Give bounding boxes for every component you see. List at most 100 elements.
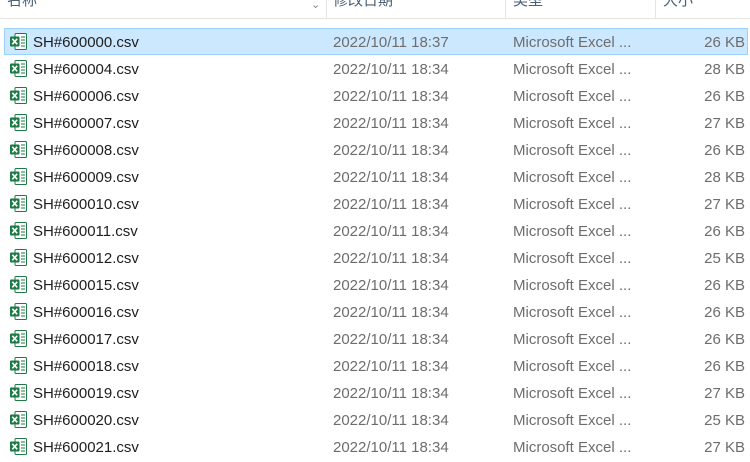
file-size: 26 KB	[704, 223, 745, 240]
file-type: Microsoft Excel ...	[513, 277, 632, 294]
column-divider[interactable]	[505, 0, 506, 18]
file-row[interactable]: SH#600004.csv 2022/10/11 18:34 Microsoft…	[0, 56, 750, 83]
file-name: SH#600019.csv	[33, 385, 139, 402]
excel-csv-file-icon	[10, 249, 27, 266]
file-name: SH#600018.csv	[33, 358, 139, 375]
file-row[interactable]: SH#600015.csv 2022/10/11 18:34 Microsoft…	[0, 272, 750, 299]
file-modified-date: 2022/10/11 18:34	[333, 385, 449, 402]
file-size: 28 KB	[704, 61, 745, 78]
file-name: SH#600006.csv	[33, 88, 139, 105]
file-modified-date: 2022/10/11 18:34	[333, 277, 449, 294]
file-row[interactable]: SH#600018.csv 2022/10/11 18:34 Microsoft…	[0, 353, 750, 380]
file-modified-date: 2022/10/11 18:37	[333, 34, 449, 51]
excel-csv-file-icon	[10, 384, 27, 401]
excel-csv-file-icon	[10, 303, 27, 320]
file-name: SH#600015.csv	[33, 277, 139, 294]
file-size: 26 KB	[704, 304, 745, 321]
file-type: Microsoft Excel ...	[513, 115, 632, 132]
file-row[interactable]: SH#600011.csv 2022/10/11 18:34 Microsoft…	[0, 218, 750, 245]
file-row[interactable]: SH#600020.csv 2022/10/11 18:34 Microsoft…	[0, 407, 750, 434]
excel-csv-file-icon	[10, 438, 27, 455]
file-modified-date: 2022/10/11 18:34	[333, 142, 449, 159]
file-name: SH#600017.csv	[33, 331, 139, 348]
file-modified-date: 2022/10/11 18:34	[333, 61, 449, 78]
file-modified-date: 2022/10/11 18:34	[333, 250, 449, 267]
file-size: 25 KB	[704, 412, 745, 429]
file-size: 28 KB	[704, 169, 745, 186]
file-modified-date: 2022/10/11 18:34	[333, 439, 449, 456]
file-type: Microsoft Excel ...	[513, 34, 632, 51]
file-row[interactable]: SH#600012.csv 2022/10/11 18:34 Microsoft…	[0, 245, 750, 272]
column-header-type[interactable]: 类型	[513, 0, 648, 18]
file-size: 27 KB	[704, 115, 745, 132]
column-header-size-label: 大小	[663, 0, 694, 9]
file-type: Microsoft Excel ...	[513, 358, 632, 375]
file-size: 26 KB	[704, 88, 745, 105]
column-header-row: 名称 ⌄ 修改日期 类型 大小	[0, 0, 750, 19]
file-list: SH#600000.csv 2022/10/11 18:37 Microsoft…	[0, 28, 750, 461]
file-name: SH#600008.csv	[33, 142, 139, 159]
file-row[interactable]: SH#600021.csv 2022/10/11 18:34 Microsoft…	[0, 434, 750, 461]
file-type: Microsoft Excel ...	[513, 439, 632, 456]
file-size: 26 KB	[704, 358, 745, 375]
file-modified-date: 2022/10/11 18:34	[333, 169, 449, 186]
excel-csv-file-icon	[10, 195, 27, 212]
file-type: Microsoft Excel ...	[513, 169, 632, 186]
file-row[interactable]: SH#600010.csv 2022/10/11 18:34 Microsoft…	[0, 191, 750, 218]
file-modified-date: 2022/10/11 18:34	[333, 115, 449, 132]
file-modified-date: 2022/10/11 18:34	[333, 331, 449, 348]
file-type: Microsoft Excel ...	[513, 385, 632, 402]
file-type: Microsoft Excel ...	[513, 331, 632, 348]
file-type: Microsoft Excel ...	[513, 142, 632, 159]
file-name: SH#600010.csv	[33, 196, 139, 213]
column-header-type-label: 类型	[513, 0, 544, 9]
excel-csv-file-icon	[10, 87, 27, 104]
file-modified-date: 2022/10/11 18:34	[333, 196, 449, 213]
excel-csv-file-icon	[10, 141, 27, 158]
file-name: SH#600016.csv	[33, 304, 139, 321]
file-type: Microsoft Excel ...	[513, 196, 632, 213]
file-name: SH#600020.csv	[33, 412, 139, 429]
column-header-date[interactable]: 修改日期	[333, 0, 498, 18]
file-modified-date: 2022/10/11 18:34	[333, 358, 449, 375]
file-row[interactable]: SH#600019.csv 2022/10/11 18:34 Microsoft…	[0, 380, 750, 407]
file-type: Microsoft Excel ...	[513, 61, 632, 78]
file-name: SH#600007.csv	[33, 115, 139, 132]
excel-csv-file-icon	[10, 222, 27, 239]
column-header-size[interactable]: 大小	[663, 0, 748, 18]
file-modified-date: 2022/10/11 18:34	[333, 412, 449, 429]
file-size: 27 KB	[704, 385, 745, 402]
excel-csv-file-icon	[10, 60, 27, 77]
file-row[interactable]: SH#600000.csv 2022/10/11 18:37 Microsoft…	[0, 28, 750, 56]
excel-csv-file-icon	[10, 168, 27, 185]
excel-csv-file-icon	[10, 276, 27, 293]
file-type: Microsoft Excel ...	[513, 304, 632, 321]
file-size: 26 KB	[704, 34, 745, 51]
file-size: 26 KB	[704, 331, 745, 348]
file-name: SH#600004.csv	[33, 61, 139, 78]
column-divider[interactable]	[326, 0, 327, 18]
file-name: SH#600021.csv	[33, 439, 139, 456]
excel-csv-file-icon	[10, 357, 27, 374]
file-row[interactable]: SH#600006.csv 2022/10/11 18:34 Microsoft…	[0, 83, 750, 110]
file-size: 27 KB	[704, 196, 745, 213]
file-type: Microsoft Excel ...	[513, 412, 632, 429]
file-modified-date: 2022/10/11 18:34	[333, 304, 449, 321]
file-type: Microsoft Excel ...	[513, 88, 632, 105]
file-size: 26 KB	[704, 142, 745, 159]
excel-csv-file-icon	[10, 411, 27, 428]
file-type: Microsoft Excel ...	[513, 223, 632, 240]
file-row[interactable]: SH#600016.csv 2022/10/11 18:34 Microsoft…	[0, 299, 750, 326]
file-name: SH#600011.csv	[33, 223, 138, 240]
file-modified-date: 2022/10/11 18:34	[333, 223, 449, 240]
file-row[interactable]: SH#600007.csv 2022/10/11 18:34 Microsoft…	[0, 110, 750, 137]
file-row[interactable]: SH#600017.csv 2022/10/11 18:34 Microsoft…	[0, 326, 750, 353]
column-divider[interactable]	[655, 0, 656, 18]
file-row[interactable]: SH#600009.csv 2022/10/11 18:34 Microsoft…	[0, 164, 750, 191]
file-row[interactable]: SH#600008.csv 2022/10/11 18:34 Microsoft…	[0, 137, 750, 164]
file-size: 26 KB	[704, 277, 745, 294]
excel-csv-file-icon	[10, 330, 27, 347]
file-size: 27 KB	[704, 439, 745, 456]
column-header-name[interactable]: 名称	[7, 0, 297, 18]
sort-chevron-icon[interactable]: ⌄	[311, 0, 320, 11]
